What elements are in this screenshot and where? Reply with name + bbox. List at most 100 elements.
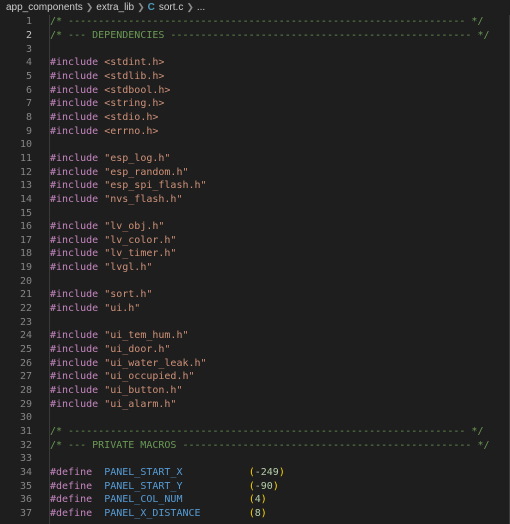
code-token: -249 [254,466,279,478]
code-line[interactable]: 3 [0,42,509,56]
line-number: 17 [19,234,32,246]
code-line[interactable]: 20 [0,274,509,288]
breadcrumb-folder-app-components[interactable]: app_components [6,2,83,13]
chevron-right-icon: ❯ [85,2,94,12]
code-line[interactable]: 34 #define PANEL_START_X (-249) [0,466,509,480]
code-text: #include "esp_random.h" [50,167,189,178]
line-number: 31 [19,426,32,438]
code-line[interactable]: 12 #include "esp_random.h" [0,165,509,179]
code-token: #include [50,57,99,69]
code-line[interactable]: 6 #include <stdbool.h> [0,83,509,97]
line-number: 22 [19,303,32,315]
line-number: 24 [19,330,32,342]
code-line[interactable]: 23 [0,315,509,329]
code-line[interactable]: 1 /* ------------------------------------… [0,15,509,29]
code-line[interactable]: 19 #include "lvgl.h" [0,261,509,275]
code-line[interactable]: 26 #include "ui_water_leak.h" [0,356,509,370]
code-line[interactable]: 27 #include "ui_occupied.h" [0,370,509,384]
code-token: <stdlib.h> [104,70,165,82]
code-line[interactable]: 2 /* --- DEPENDENCIES -------------------… [0,29,509,43]
c-file-icon: C [147,2,155,13]
code-line[interactable]: 11 #include "esp_log.h" [0,152,509,166]
code-line[interactable]: 28 #include "ui_button.h" [0,384,509,398]
breadcrumb-symbols[interactable]: ... [197,2,205,13]
code-text: /* -------------------------------------… [50,426,483,437]
line-number: 11 [19,152,32,164]
code-token: ) [260,507,267,519]
code-text: #include "ui_door.h" [50,344,170,355]
code-token: #define [50,494,93,506]
code-token: #include [50,193,99,205]
breadcrumb-folder-extra-lib[interactable]: extra_lib [96,2,134,13]
code-line[interactable]: 4 #include <stdint.h> [0,56,509,70]
breadcrumb-file-sort-c[interactable]: sort.c [159,2,183,13]
code-token: "ui_button.h" [104,385,183,397]
code-text: #include "ui_button.h" [50,385,182,396]
code-text: #define PANEL_COL_NUM (4) [50,494,267,505]
code-text: #include "nvs_flash.h" [50,194,182,205]
code-token: #include [50,398,99,410]
line-number: 21 [19,289,32,301]
code-line[interactable]: 5 #include <stdlib.h> [0,70,509,84]
code-token: -90 [254,480,273,492]
code-text: #include <errno.h> [50,126,158,137]
code-line[interactable]: 14 #include "nvs_flash.h" [0,193,509,207]
code-line[interactable]: 7 #include <string.h> [0,97,509,111]
line-number: 16 [19,221,32,233]
code-token: "esp_random.h" [104,166,189,178]
code-token: "ui_tem_hum.h" [104,330,189,342]
code-line[interactable]: 17 #include "lv_color.h" [0,234,509,248]
code-line[interactable]: 18 #include "lv_timer.h" [0,247,509,261]
code-line[interactable]: 22 #include "ui.h" [0,302,509,316]
code-line[interactable]: 37 #define PANEL_X_DISTANCE (8) [0,507,509,521]
line-number: 10 [19,139,32,151]
code-token: #include [50,84,99,96]
code-line[interactable]: 35 #define PANEL_START_Y (-90) [0,479,509,493]
code-text: #include "esp_log.h" [50,153,170,164]
code-line[interactable]: 33 [0,452,509,466]
code-line[interactable]: 25 #include "ui_door.h" [0,343,509,357]
line-number: 19 [19,262,32,274]
line-number: 7 [25,98,32,110]
code-line[interactable]: 9 #include <errno.h> [0,124,509,138]
line-number: 18 [19,248,32,260]
code-token: ) [272,480,279,492]
code-line[interactable]: 29 #include "ui_alarm.h" [0,397,509,411]
code-text: #define PANEL_X_DISTANCE (8) [50,508,267,519]
code-line[interactable]: 13 #include "esp_spi_flash.h" [0,179,509,193]
code-line[interactable]: 21 #include "sort.h" [0,288,509,302]
code-token: "nvs_flash.h" [104,193,183,205]
code-token: #include [50,385,99,397]
line-number: 9 [25,125,32,137]
line-number: 8 [25,111,32,123]
code-line[interactable]: 32 /* --- PRIVATE MACROS ----------------… [0,438,509,452]
code-token: <string.h> [104,98,165,110]
line-number: 33 [19,453,32,465]
code-token: #define [50,466,93,478]
code-token: #include [50,221,99,233]
code-text: #include <stdint.h> [50,57,164,68]
code-text: #include "lv_color.h" [50,235,176,246]
code-line[interactable]: 31 /* -----------------------------------… [0,425,509,439]
code-line[interactable]: 30 [0,411,509,425]
code-text: #include <string.h> [50,98,164,109]
line-number: 29 [19,398,32,410]
code-line[interactable]: 36 #define PANEL_COL_NUM (4) [0,493,509,507]
code-line[interactable]: 8 #include <stdio.h> [0,111,509,125]
code-line[interactable]: 10 [0,138,509,152]
code-token: /* -------------------------------------… [50,426,484,438]
code-editor[interactable]: 1 /* ------------------------------------… [0,15,510,524]
code-text: #include "ui_water_leak.h" [50,358,207,369]
code-text: #include "lv_timer.h" [50,248,176,259]
code-line[interactable]: 16 #include "lv_obj.h" [0,220,509,234]
code-line[interactable]: 15 [0,206,509,220]
code-token: #include [50,166,99,178]
code-line[interactable]: 24 #include "ui_tem_hum.h" [0,329,509,343]
line-number: 3 [25,43,32,55]
line-number: 6 [25,84,32,96]
